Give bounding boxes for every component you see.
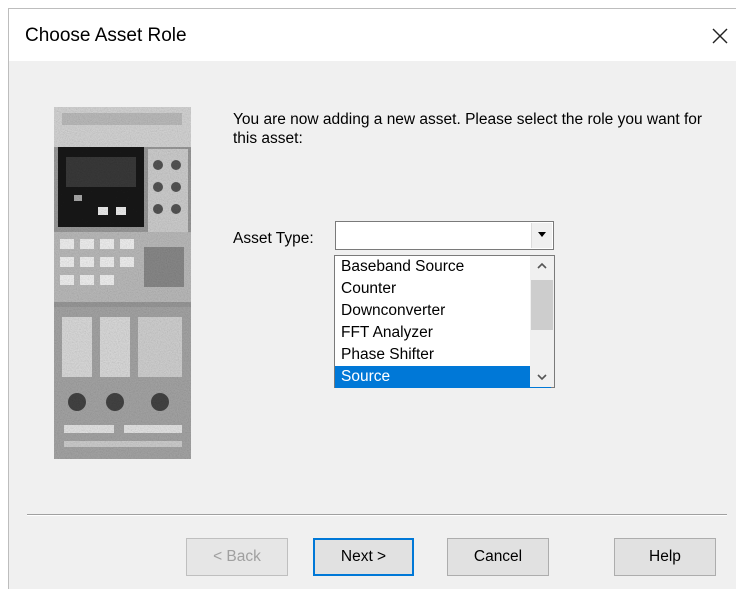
footer-divider [27, 514, 727, 516]
scroll-up-button[interactable] [530, 256, 554, 276]
intro-text: You are now adding a new asset. Please s… [233, 111, 703, 147]
combobox-dropdown-button[interactable] [531, 223, 552, 248]
scroll-thumb[interactable] [531, 280, 553, 330]
dropdown-item[interactable]: Downconverter [335, 300, 551, 322]
caret-down-icon [538, 232, 546, 237]
dropdown-items: Baseband Source Counter Downconverter FFT A… [335, 256, 551, 388]
cancel-button[interactable]: Cancel [447, 538, 549, 576]
chevron-down-icon [537, 374, 547, 381]
dropdown-scrollbar[interactable] [530, 256, 554, 387]
dialog-title: Choose Asset Role [25, 25, 187, 46]
asset-type-dropdown-list[interactable]: Baseband Source Counter Downconverter FFT A… [334, 255, 555, 388]
dropdown-item[interactable]: Source [335, 366, 551, 388]
dropdown-item[interactable]: FFT Analyzer [335, 322, 551, 344]
title-bar: Choose Asset Role [9, 9, 736, 61]
choose-asset-role-dialog: Choose Asset Role You are now adding a n… [8, 8, 736, 589]
dropdown-item[interactable]: Baseband Source [335, 256, 551, 278]
back-button[interactable]: < Back [186, 538, 288, 576]
scroll-down-button[interactable] [530, 367, 554, 387]
asset-type-combobox[interactable] [335, 221, 554, 250]
dropdown-item[interactable]: Phase Shifter [335, 344, 551, 366]
asset-type-label: Asset Type: [233, 230, 314, 247]
next-button[interactable]: Next > [313, 538, 414, 576]
close-button[interactable] [705, 21, 735, 51]
chevron-up-icon [537, 262, 547, 269]
help-button[interactable]: Help [614, 538, 716, 576]
close-icon [712, 28, 728, 44]
instrument-panel-illustration [54, 107, 191, 459]
dropdown-item[interactable]: Counter [335, 278, 551, 300]
